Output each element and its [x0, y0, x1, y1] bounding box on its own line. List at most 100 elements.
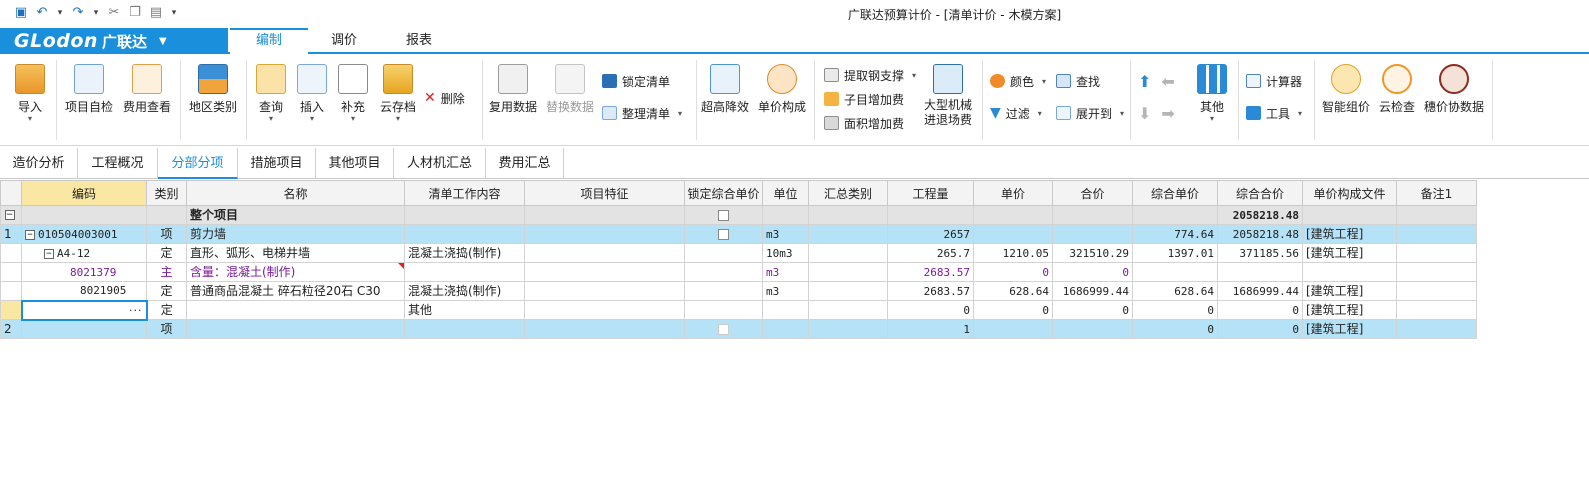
cell-name[interactable]: 含量：混凝土(制作) — [186, 262, 405, 282]
cell-lock[interactable] — [684, 319, 763, 339]
rise-fall-button[interactable]: 超高降效 — [700, 64, 750, 115]
tools-button[interactable]: 工具 ▾ — [1246, 104, 1302, 122]
cell-file[interactable]: [建筑工程] — [1302, 224, 1397, 244]
cell-code[interactable] — [21, 319, 147, 339]
col-header-comp-total[interactable]: 综合合价 — [1217, 180, 1303, 206]
cell-work[interactable] — [404, 205, 525, 225]
cell-price[interactable] — [973, 319, 1053, 339]
col-header-code[interactable]: 编码 — [21, 180, 147, 206]
cell-code[interactable]: 8021379 — [21, 262, 147, 282]
cell-sum-type[interactable] — [808, 205, 888, 225]
cell-code[interactable] — [21, 205, 147, 225]
col-header-qty[interactable]: 工程量 — [887, 180, 974, 206]
insert-button[interactable]: 插入 ▾ — [294, 64, 330, 123]
cell-type[interactable]: 定 — [146, 243, 187, 263]
table-row[interactable]: 8021379 主 含量：混凝土(制作) m3 2683.57 0 0 — [0, 262, 1477, 282]
color-button[interactable]: 颜色 ▾ — [990, 72, 1046, 90]
table-row[interactable]: − A4-12 定 直形、弧形、电梯井墙 混凝土浇捣(制作) 10m3 265.7… — [0, 243, 1477, 263]
cell-code[interactable]: −010504003001 — [21, 224, 147, 244]
cell-type[interactable]: 定 — [146, 281, 187, 301]
table-row[interactable]: ··· 定 其他 0 0 0 0 0 [建筑工程] — [0, 299, 1477, 321]
organize-list-button[interactable]: 整理清单 ▾ — [602, 104, 682, 122]
col-header-feature[interactable]: 项目特征 — [524, 180, 685, 206]
table-row[interactable]: − 整个项目 2058218.48 — [0, 205, 1477, 225]
table-row[interactable]: 8021905 定 普通商品混凝土 碎石粒径20石 C30 混凝土浇捣(制作) … — [0, 281, 1477, 301]
cell-note[interactable] — [1396, 205, 1477, 225]
cell-total[interactable] — [1052, 319, 1133, 339]
cell-type[interactable]: 项 — [146, 319, 187, 339]
cell-type[interactable]: 定 — [146, 300, 187, 320]
cell-sum-type[interactable] — [808, 300, 888, 320]
cell-comp-price[interactable] — [1132, 262, 1218, 282]
col-header-type[interactable]: 类别 — [146, 180, 187, 206]
tab-fee-summary[interactable]: 费用汇总 — [486, 148, 564, 179]
cloud-archive-button[interactable]: 云存档 ▾ — [376, 64, 420, 123]
cell-sum-type[interactable] — [808, 319, 888, 339]
cell-type[interactable]: 主 — [146, 262, 187, 282]
cell-file[interactable] — [1302, 262, 1397, 282]
col-header-sum-type[interactable]: 汇总类别 — [808, 180, 888, 206]
cell-price[interactable]: 0 — [973, 300, 1053, 320]
lock-list-button[interactable]: 锁定清单 — [602, 72, 670, 90]
tab-labor-material-summary[interactable]: 人材机汇总 — [394, 148, 486, 179]
cell-file[interactable]: [建筑工程] — [1302, 243, 1397, 263]
cell-note[interactable] — [1396, 243, 1477, 263]
cell-work[interactable]: 混凝土浇捣(制作) — [404, 281, 525, 301]
cell-name[interactable]: 普通商品混凝土 碎石粒径20石 C30 — [186, 281, 405, 301]
cell-sum-type[interactable] — [808, 243, 888, 263]
collapse-icon[interactable]: − — [25, 229, 35, 240]
cell-feature[interactable] — [524, 300, 685, 320]
cell-comp-total[interactable]: 2058218.48 — [1217, 224, 1303, 244]
tab-baobiao[interactable]: 报表 — [384, 28, 454, 54]
cell-sum-type[interactable] — [808, 262, 888, 282]
col-header-total[interactable]: 合价 — [1052, 180, 1133, 206]
fee-view-button[interactable]: 费用查看 — [120, 64, 174, 115]
cell-unit[interactable]: 10m3 — [762, 243, 809, 263]
cell-file[interactable]: [建筑工程] — [1302, 300, 1397, 320]
cell-comp-price[interactable]: 0 — [1132, 300, 1218, 320]
tab-cost-analysis[interactable]: 造价分析 — [0, 148, 78, 179]
table-row[interactable]: 2 项 1 0 0 [建筑工程] — [0, 319, 1477, 339]
lock-checkbox[interactable] — [718, 228, 729, 240]
unit-price-button[interactable]: 单价构成 — [756, 64, 808, 115]
cloud-check-button[interactable]: 云检查 — [1376, 64, 1418, 115]
cell-sum-type[interactable] — [808, 281, 888, 301]
cell-qty[interactable]: 2683.57 — [887, 262, 974, 282]
cell-sum-type[interactable] — [808, 224, 888, 244]
col-header-note[interactable]: 备注1 — [1396, 180, 1477, 206]
cell-unit[interactable]: m3 — [762, 224, 809, 244]
lock-checkbox[interactable] — [718, 323, 729, 335]
lock-checkbox[interactable] — [718, 209, 729, 221]
cell-feature[interactable] — [524, 262, 685, 282]
cell-lock[interactable] — [684, 262, 763, 282]
cell-feature[interactable] — [524, 243, 685, 263]
cell-note[interactable] — [1396, 262, 1477, 282]
cell-total[interactable]: 321510.29 — [1052, 243, 1133, 263]
cell-price[interactable]: 628.64 — [973, 281, 1053, 301]
table-row[interactable]: 1 −010504003001 项 剪力墙 m3 2657 774.64 205… — [0, 224, 1477, 244]
smart-price-button[interactable]: 智能组价 — [1320, 64, 1372, 115]
cell-type[interactable] — [146, 205, 187, 225]
cell-total[interactable] — [1052, 224, 1133, 244]
cell-unit[interactable]: m3 — [762, 281, 809, 301]
cell-lock[interactable] — [684, 300, 763, 320]
area-fee-button[interactable]: 面积增加费 — [824, 114, 904, 132]
cell-comp-total[interactable]: 1686999.44 — [1217, 281, 1303, 301]
cell-price[interactable]: 0 — [973, 262, 1053, 282]
cell-code-editor[interactable]: ··· — [20, 299, 148, 321]
cell-feature[interactable] — [524, 281, 685, 301]
cell-file[interactable]: [建筑工程] — [1302, 319, 1397, 339]
cell-total[interactable]: 0 — [1052, 262, 1133, 282]
cell-lock[interactable] — [684, 281, 763, 301]
col-header-name[interactable]: 名称 — [186, 180, 405, 206]
cell-qty[interactable]: 1 — [887, 319, 974, 339]
cell-comp-price[interactable]: 0 — [1132, 319, 1218, 339]
cell-qty[interactable] — [887, 205, 974, 225]
col-header-file[interactable]: 单价构成文件 — [1302, 180, 1397, 206]
tab-other-items[interactable]: 其他项目 — [316, 148, 394, 179]
cell-name[interactable]: 剪力墙 — [186, 224, 405, 244]
col-header-comp-price[interactable]: 综合单价 — [1132, 180, 1218, 206]
cell-qty[interactable]: 2657 — [887, 224, 974, 244]
cell-comp-price[interactable]: 628.64 — [1132, 281, 1218, 301]
arrow-down-icon[interactable]: ⬇ — [1138, 104, 1151, 123]
